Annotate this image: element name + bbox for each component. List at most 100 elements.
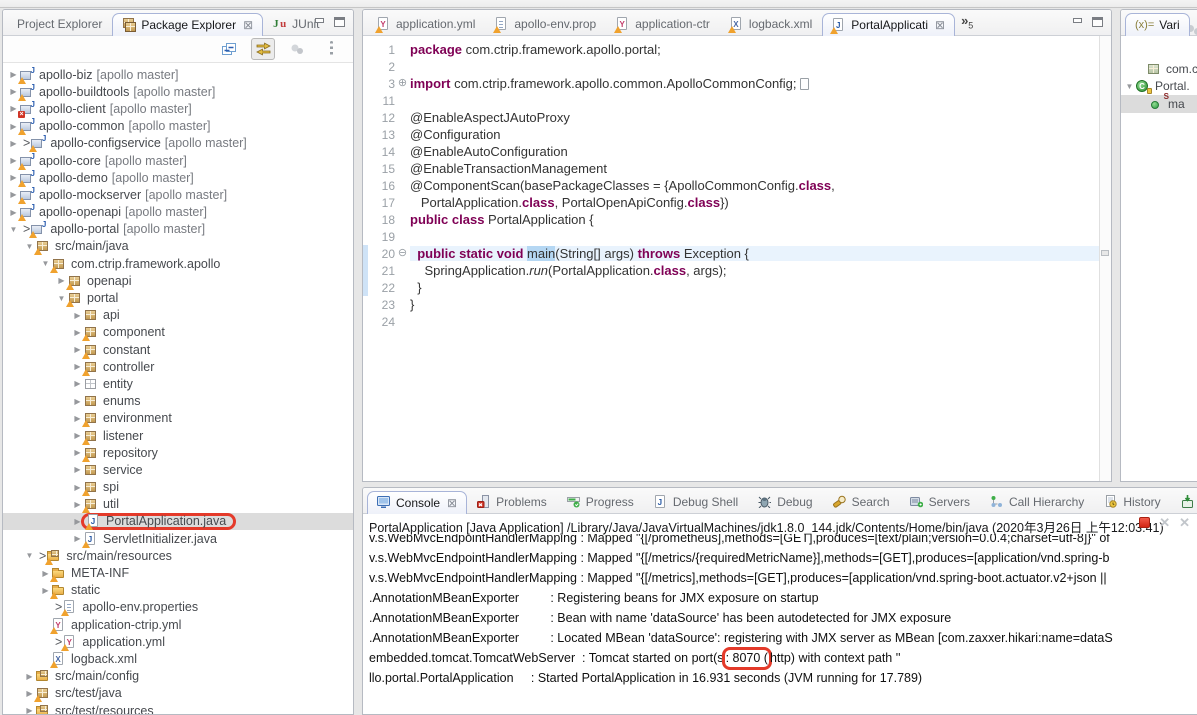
tree-item-environment[interactable]: ▶ environment bbox=[3, 410, 353, 428]
tree-item-component[interactable]: ▶ component bbox=[3, 324, 353, 342]
tree-item-meta-inf[interactable]: ▶ META-INF bbox=[3, 564, 353, 583]
tree-item-apollo-demo[interactable]: ▶apollo-demo[apollo master] bbox=[3, 169, 353, 187]
tree-item-src-test-resources[interactable]: ▶ src/test/resources bbox=[3, 702, 353, 714]
tree-item-apollo-mockserver[interactable]: ▶apollo-mockserver[apollo master] bbox=[3, 186, 353, 204]
console-tab-debug-shell[interactable]: J Debug Shell bbox=[644, 490, 748, 513]
code-line-12[interactable]: 12 @EnableAspectJAutoProxy bbox=[363, 109, 1111, 126]
outline-item-portal-[interactable]: ▼ C Portal. bbox=[1121, 78, 1197, 96]
tree-item-portalapplication-java[interactable]: ▶ J PortalApplication.java bbox=[3, 512, 353, 531]
tree-item-apollo-core[interactable]: ▶apollo-core[apollo master] bbox=[3, 152, 353, 170]
tree-item-com-ctrip-framework-apollo[interactable]: ▼ com.ctrip.framework.apollo bbox=[3, 255, 353, 273]
chevron-expanded-icon[interactable]: ▼ bbox=[7, 225, 20, 234]
tree-item-util[interactable]: ▶ util bbox=[3, 496, 353, 514]
tree-item-application-ctrip-yml[interactable]: Yapplication-ctrip.yml bbox=[3, 616, 353, 634]
code-line-22[interactable]: 22 } bbox=[363, 279, 1111, 296]
code-line-16[interactable]: 16 @ComponentScan(basePackageClasses = {A… bbox=[363, 177, 1111, 194]
folded-region-icon[interactable] bbox=[799, 78, 809, 90]
close-icon[interactable]: ⊠ bbox=[447, 496, 457, 510]
tab-variables[interactable]: (x)= Vari bbox=[1125, 13, 1190, 36]
editor-tab-apollo-env-prop[interactable]: apollo-env.prop bbox=[485, 12, 606, 35]
editor-tab-logback-xml[interactable]: Xlogback.xml bbox=[720, 12, 822, 35]
chevron-collapsed-icon[interactable]: ▶ bbox=[71, 397, 84, 406]
chevron-collapsed-icon[interactable]: ▶ bbox=[71, 465, 84, 474]
fold-minus-icon[interactable]: ⊖ bbox=[395, 246, 410, 261]
code-line-24[interactable]: 24 bbox=[363, 313, 1111, 330]
chevron-expanded-icon[interactable]: ▼ bbox=[1123, 82, 1136, 91]
code-line-19[interactable]: 19 bbox=[363, 228, 1111, 245]
tree-item-apollo-buildtools[interactable]: ▶apollo-buildtools[apollo master] bbox=[3, 83, 353, 101]
tree-item-application-yml[interactable]: > Yapplication.yml bbox=[3, 633, 353, 651]
outline-item-ma[interactable]: ma bbox=[1121, 95, 1197, 113]
console-tab-console[interactable]: Console ⊠ bbox=[367, 491, 468, 514]
editor-tab-application-ctr[interactable]: Yapplication-ctr bbox=[606, 12, 720, 35]
code-line-18[interactable]: 18 public class PortalApplication { bbox=[363, 211, 1111, 228]
console-tab-progress[interactable]: Progress bbox=[557, 490, 644, 513]
code-line-1[interactable]: 1 package com.ctrip.framework.apollo.port… bbox=[363, 41, 1111, 58]
code-line-20[interactable]: 20 ⊖ public static void main(String[] arg… bbox=[363, 245, 1111, 262]
tree-item-src-test-java[interactable]: ▶ src/test/java bbox=[3, 685, 353, 703]
maximize-icon[interactable] bbox=[1092, 17, 1103, 27]
console-tab-git-staging[interactable]: Git Staging bbox=[1171, 490, 1197, 513]
code-line-14[interactable]: 14 @EnableAutoConfiguration bbox=[363, 143, 1111, 160]
tree-item-apollo-biz[interactable]: ▶apollo-biz[apollo master] bbox=[3, 66, 353, 84]
outline-item-com-c[interactable]: com.c bbox=[1121, 60, 1197, 78]
tree-item-apollo-env-properties[interactable]: > apollo-env.properties bbox=[3, 599, 353, 617]
code-line-17[interactable]: 17 PortalApplication.class, PortalOpenAp… bbox=[363, 194, 1111, 211]
tree-item-portal[interactable]: ▼ portal bbox=[3, 289, 353, 308]
editor-tab-application-yml[interactable]: Yapplication.yml bbox=[367, 12, 485, 35]
tree-item-src-main-java[interactable]: ▼ src/main/java bbox=[3, 238, 353, 256]
tree-item-enums[interactable]: ▶ enums bbox=[3, 393, 353, 410]
minimize-icon[interactable] bbox=[1072, 17, 1083, 27]
code-line-15[interactable]: 15 @EnableTransactionManagement bbox=[363, 160, 1111, 177]
tree-item-listener[interactable]: ▶ listener bbox=[3, 427, 353, 445]
code-line-13[interactable]: 13 @Configuration bbox=[363, 126, 1111, 143]
tree-item-openapi[interactable]: ▶ openapi bbox=[3, 272, 353, 290]
chevron-expanded-icon[interactable]: ▼ bbox=[23, 551, 36, 560]
terminate-icon[interactable] bbox=[1139, 517, 1151, 528]
left-tab-project-explorer[interactable]: Project Explorer bbox=[7, 12, 112, 35]
console-tab-debug[interactable]: Debug bbox=[748, 490, 822, 513]
tree-item-apollo-client[interactable]: ▶apollo-client[apollo master] bbox=[3, 100, 353, 118]
editor-tab-portalapplicati[interactable]: J PortalApplicati ⊠ bbox=[822, 13, 956, 36]
console-tab-search[interactable]: Search bbox=[823, 490, 900, 513]
tree-item-apollo-configservice[interactable]: ▶>apollo-configservice[apollo master] bbox=[3, 135, 353, 153]
tree-item-src-main-config[interactable]: ▶ src/main/config bbox=[3, 668, 353, 685]
tree-item-apollo-common[interactable]: ▶apollo-common[apollo master] bbox=[3, 118, 353, 136]
link-with-editor-icon[interactable] bbox=[251, 38, 275, 60]
code-line-3[interactable]: 3 ⊕ import com.ctrip.framework.apollo.comm… bbox=[363, 75, 1111, 92]
chevron-collapsed-icon[interactable]: ▶ bbox=[71, 379, 84, 388]
tree-item-service[interactable]: ▶ service bbox=[3, 461, 353, 478]
occurrence-marker[interactable] bbox=[1101, 250, 1109, 256]
tree-item-apollo-openapi[interactable]: ▶apollo-openapi[apollo master] bbox=[3, 204, 353, 222]
console-output[interactable]: v.s.WebMvcEndpointHandlerMapping : Mappe… bbox=[369, 534, 1197, 688]
console-tab-problems[interactable]: Problems bbox=[467, 490, 557, 513]
editor-tab-overflow[interactable]: »5 bbox=[955, 13, 979, 35]
tree-item-src-main-resources[interactable]: ▼ > src/main/resources bbox=[3, 547, 353, 565]
tree-item-spi[interactable]: ▶ spi bbox=[3, 479, 353, 497]
code-line-21[interactable]: 21 SpringApplication.run(PortalApplicati… bbox=[363, 262, 1111, 279]
tree-item-entity[interactable]: ▶ entity bbox=[3, 375, 353, 392]
close-icon[interactable]: ⊠ bbox=[243, 18, 253, 32]
tree-item-repository[interactable]: ▶ repository bbox=[3, 444, 353, 462]
chevron-collapsed-icon[interactable]: ▶ bbox=[23, 672, 36, 681]
overview-ruler[interactable] bbox=[1099, 36, 1111, 481]
code-line-2[interactable]: 2 bbox=[363, 58, 1111, 75]
tree-item-controller[interactable]: ▶ controller bbox=[3, 358, 353, 376]
console-tab-servers[interactable]: Servers bbox=[900, 490, 980, 513]
console-tab-history[interactable]: History bbox=[1094, 490, 1170, 513]
remove-launch-icon[interactable]: ✕ bbox=[1159, 516, 1170, 529]
fold-plus-icon[interactable]: ⊕ bbox=[395, 76, 410, 91]
tree-item-servletinitializer-java[interactable]: ▶ J ServletInitializer.java bbox=[3, 530, 353, 548]
console-tab-call-hierarchy[interactable]: Call Hierarchy bbox=[980, 490, 1094, 513]
tree-item-constant[interactable]: ▶ constant bbox=[3, 341, 353, 359]
collapse-all-icon[interactable] bbox=[217, 38, 241, 60]
minimize-icon[interactable] bbox=[314, 17, 325, 27]
code-line-23[interactable]: 23} bbox=[363, 296, 1111, 313]
tree-item-api[interactable]: ▶ api bbox=[3, 307, 353, 324]
maximize-icon[interactable] bbox=[334, 17, 345, 27]
close-icon[interactable]: ⊠ bbox=[935, 18, 945, 32]
java-source-editor[interactable]: 1 package com.ctrip.framework.apollo.port… bbox=[363, 36, 1111, 481]
chevron-collapsed-icon[interactable]: ▶ bbox=[7, 139, 20, 148]
tree-item-apollo-portal[interactable]: ▼>apollo-portal[apollo master] bbox=[3, 221, 353, 239]
view-menu-icon[interactable] bbox=[319, 38, 343, 60]
